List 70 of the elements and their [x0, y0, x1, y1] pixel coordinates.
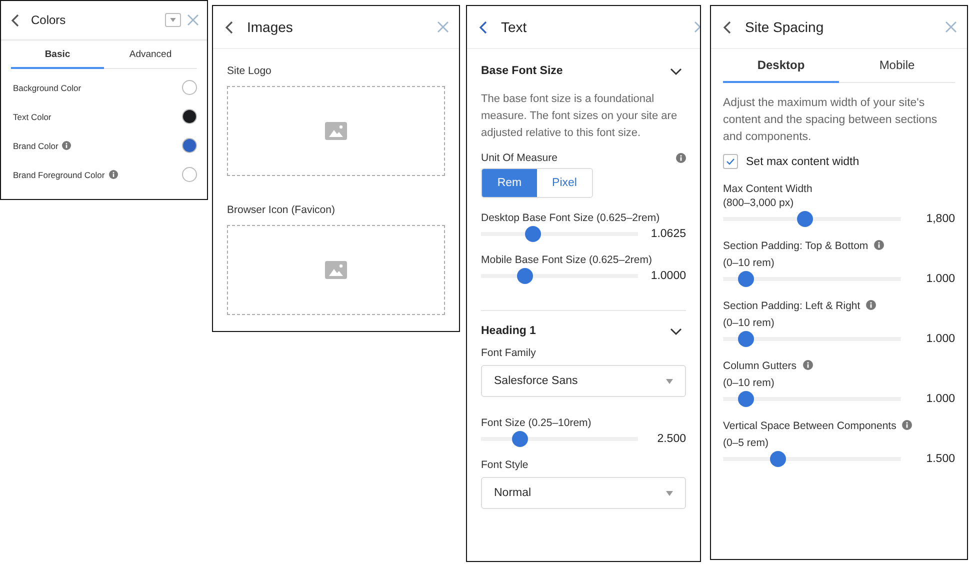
- back-icon[interactable]: [479, 20, 487, 34]
- dropdown-button[interactable]: [165, 13, 181, 27]
- slider-value: 1.0000: [650, 270, 686, 282]
- field-label: Mobile Base Font Size (0.625–2rem): [481, 254, 653, 266]
- caret-icon: [666, 490, 673, 496]
- color-swatch[interactable]: [182, 138, 197, 153]
- slider-thumb[interactable]: [738, 271, 754, 287]
- tab[interactable]: Basic: [11, 41, 104, 69]
- color-label: Brand Color: [13, 140, 58, 150]
- slider-thumb[interactable]: [512, 431, 528, 447]
- select-field[interactable]: Salesforce Sans: [481, 365, 686, 397]
- field-label: Section Padding: Top & Bottom: [723, 240, 868, 252]
- slider-thumb[interactable]: [524, 226, 541, 242]
- image-icon: [325, 261, 347, 279]
- range-label: (800–3,000 px): [723, 197, 795, 209]
- color-label: Background Color: [13, 82, 82, 92]
- slider-thumb[interactable]: [738, 331, 754, 347]
- back-icon[interactable]: [723, 20, 731, 34]
- tab[interactable]: Desktop: [723, 49, 839, 83]
- color-swatch[interactable]: [182, 167, 197, 182]
- description-text: Adjust the maximum width of your site's content and the spacing between sections and components.: [723, 96, 938, 145]
- description-text: The base font size is a foundational measure. The font sizes on your site are adjusted relative to this font size.: [481, 92, 678, 141]
- field-label: Max Content Width: [723, 183, 812, 195]
- slider-value: 1.0625: [650, 228, 686, 240]
- check-icon: [726, 158, 735, 165]
- slider-value: 1.000: [925, 393, 955, 405]
- image-icon: [325, 122, 347, 140]
- slider-value: 1.000: [925, 333, 955, 345]
- segment-button[interactable]: Rem: [482, 169, 537, 197]
- select-field[interactable]: Normal: [481, 477, 686, 509]
- tab[interactable]: Advanced: [104, 41, 197, 69]
- caret-icon: [170, 18, 176, 22]
- panel-title: Colors: [31, 13, 66, 27]
- field-label: Desktop Base Font Size (0.625–2rem): [481, 212, 661, 224]
- section-title: Base Font Size: [481, 65, 563, 77]
- checkbox[interactable]: [723, 154, 738, 169]
- field-label: Browser Icon (Favicon): [227, 204, 336, 216]
- field-label: Unit Of Measure: [481, 152, 558, 164]
- color-swatch[interactable]: [182, 109, 197, 124]
- slider-value: 2.500: [656, 433, 686, 445]
- range-label: (0–10 rem): [723, 377, 776, 389]
- slider-value: 1.000: [925, 273, 955, 285]
- slider-value: 1,800: [925, 213, 955, 225]
- field-label: Section Padding: Left & Right: [723, 300, 860, 312]
- panel-title: Images: [247, 19, 293, 35]
- field-label: Column Gutters: [723, 360, 797, 372]
- panel-title: Site Spacing: [745, 19, 824, 35]
- back-icon[interactable]: [11, 14, 19, 26]
- slider-thumb[interactable]: [796, 211, 813, 227]
- range-label: (0–5 rem): [723, 437, 770, 449]
- slider-thumb[interactable]: [516, 268, 533, 284]
- checkbox-label: Set max content width: [746, 156, 860, 168]
- tab[interactable]: Mobile: [839, 49, 955, 83]
- field-label: Font Style: [481, 459, 530, 471]
- field-label: Font Size (0.25–10rem): [481, 417, 592, 429]
- color-label: Text Color: [13, 112, 52, 122]
- back-icon[interactable]: [225, 20, 233, 34]
- slider-value: 1.500: [925, 453, 955, 465]
- section-title: Heading 1: [481, 325, 536, 337]
- color-swatch[interactable]: [182, 80, 197, 95]
- field-label: Font Family: [481, 347, 537, 359]
- panel-title: Text: [501, 19, 527, 35]
- color-label: Brand Foreground Color: [13, 170, 105, 180]
- field-label: Vertical Space Between Components: [723, 420, 896, 432]
- slider-thumb[interactable]: [770, 451, 786, 467]
- slider-thumb[interactable]: [738, 391, 754, 407]
- range-label: (0–10 rem): [723, 317, 776, 329]
- caret-icon: [666, 378, 673, 384]
- field-label: Site Logo: [227, 65, 272, 77]
- range-label: (0–10 rem): [723, 257, 776, 269]
